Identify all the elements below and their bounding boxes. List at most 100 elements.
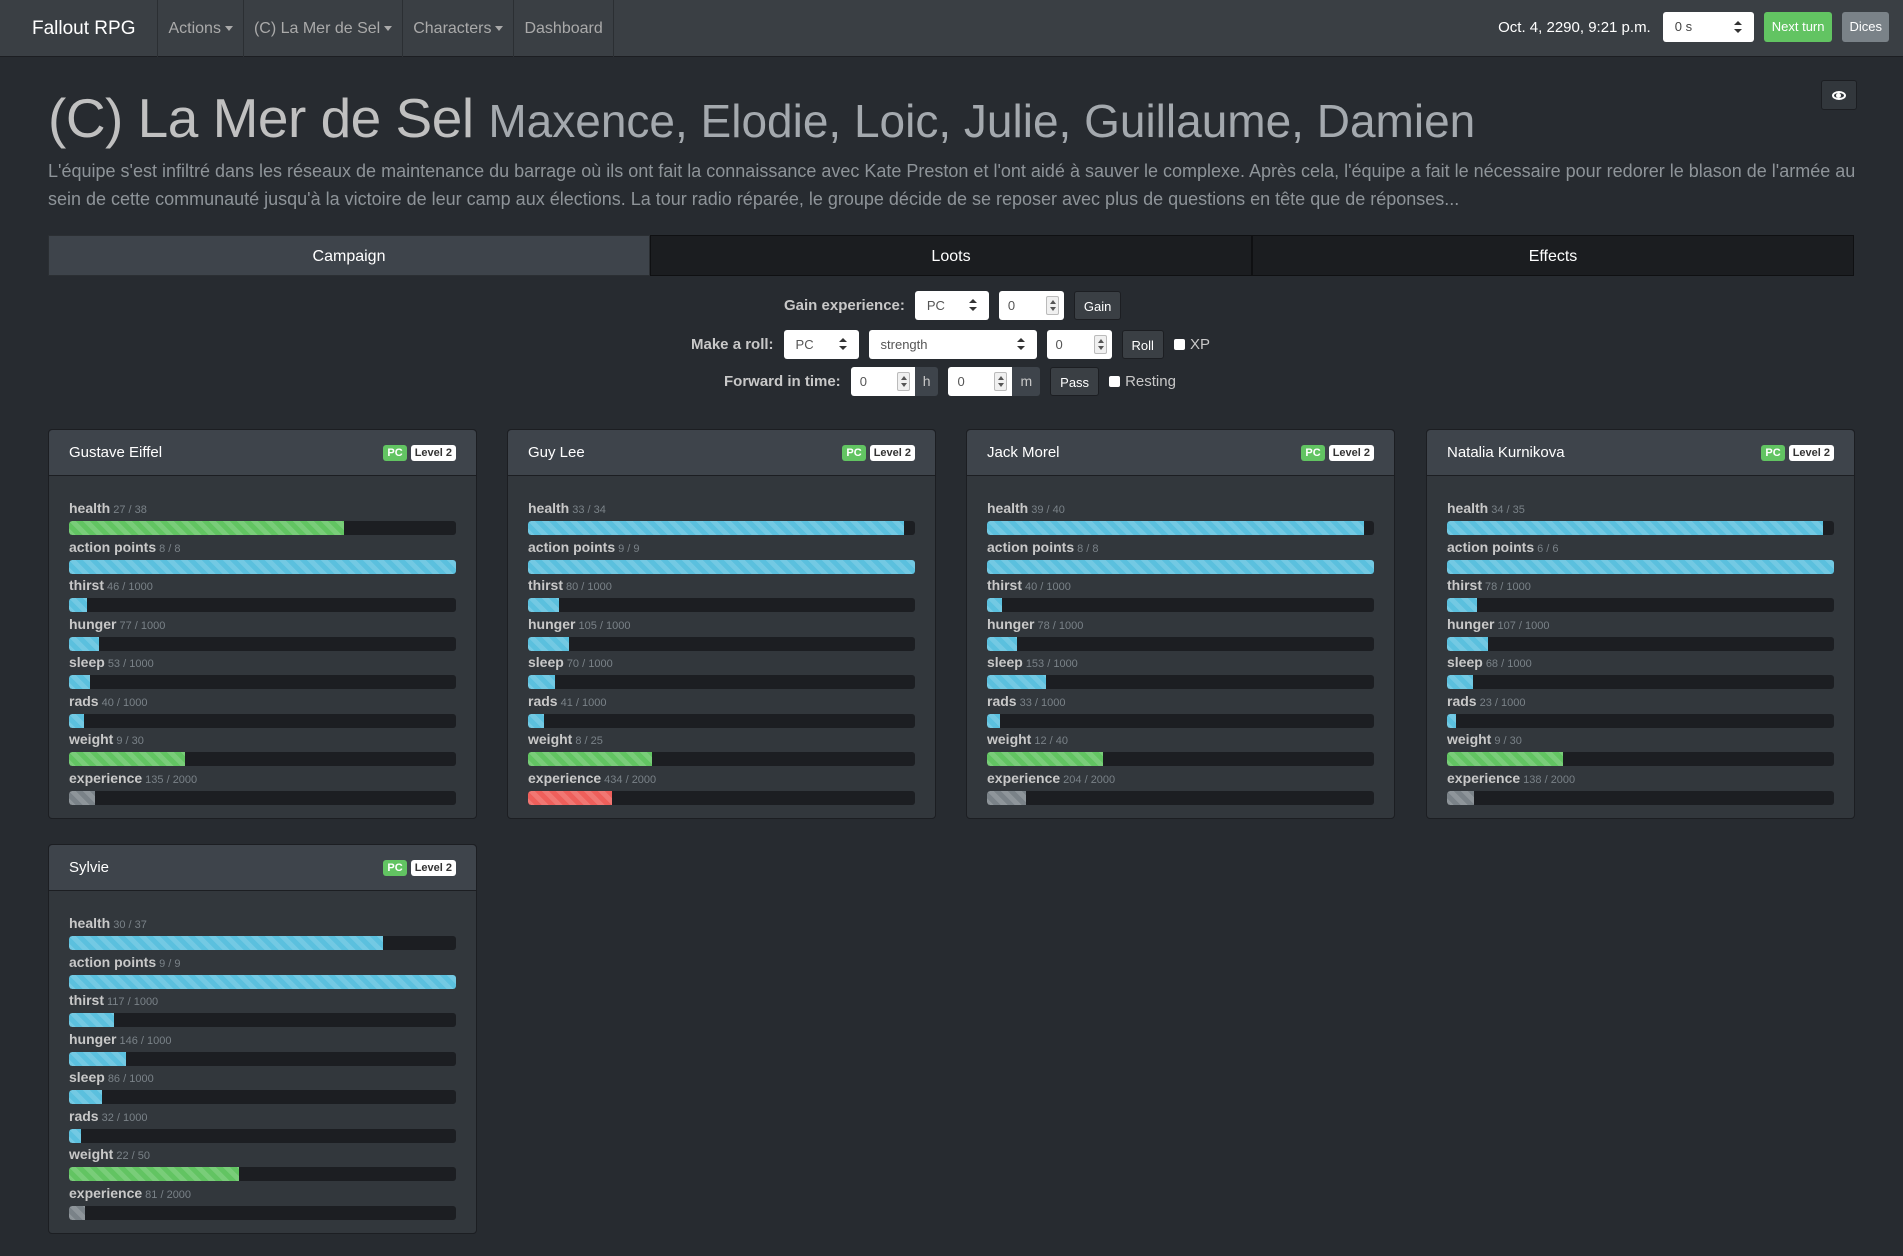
stat-value: 34 / 35 [1491, 504, 1525, 516]
hours-input[interactable]: 0 [850, 367, 915, 396]
level-badge: Level 2 [410, 444, 456, 461]
stat-row: thirst 80 / 1000 [528, 577, 915, 616]
progress-bar [69, 752, 456, 766]
tab-effects[interactable]: Effects [1252, 235, 1854, 276]
nav-actions-dropdown[interactable]: Actions [158, 0, 244, 57]
stat-label: health 27 / 38 [69, 500, 456, 518]
minutes-input[interactable]: 0 [948, 367, 1013, 396]
stat-label: weight 9 / 30 [1447, 731, 1834, 749]
stat-row: weight 12 / 40 [987, 731, 1374, 770]
stat-row: sleep 70 / 1000 [528, 654, 915, 693]
stat-name: weight [69, 731, 114, 747]
progress-fill [1447, 790, 1474, 805]
card-header: Gustave Eiffel PC Level 2 [49, 430, 476, 476]
tab-loots[interactable]: Loots [650, 235, 1252, 276]
spinner-icon[interactable] [896, 372, 910, 391]
navbar: Fallout RPG Actions (C) La Mer de Sel Ch… [0, 0, 1903, 57]
stat-value: 23 / 1000 [1479, 696, 1526, 709]
select-arrows-icon [1733, 21, 1742, 33]
stat-row: weight 8 / 25 [528, 731, 915, 770]
stat-label: weight 22 / 50 [69, 1146, 456, 1164]
stat-name: action points [987, 538, 1075, 555]
stat-value: 70 / 1000 [566, 658, 613, 670]
character-name[interactable]: Sylvie [69, 859, 109, 876]
nav-dashboard-link[interactable]: Dashboard [514, 0, 614, 57]
checkbox-box[interactable] [1173, 339, 1185, 350]
progress-bar [69, 1090, 456, 1104]
dices-button[interactable]: Dices [1842, 12, 1889, 42]
stat-row: weight 9 / 30 [1447, 731, 1834, 770]
roll-button[interactable]: Roll [1121, 330, 1164, 359]
progress-fill [528, 675, 556, 689]
progress-fill [1447, 559, 1834, 574]
stat-label: hunger 107 / 1000 [1447, 616, 1834, 634]
gain-button[interactable]: Gain [1073, 291, 1122, 320]
select-arrows-icon [1016, 338, 1025, 350]
level-badge: Level 2 [1328, 444, 1374, 461]
spinner-icon[interactable] [1093, 335, 1107, 354]
card-body: health 33 / 34 action points 9 / 9 thirst 80 … [508, 476, 935, 818]
stat-label: sleep 53 / 1000 [69, 654, 456, 672]
stat-label: health 39 / 40 [987, 500, 1374, 518]
stat-value: 153 / 1000 [1025, 658, 1078, 670]
progress-bar [1447, 598, 1834, 612]
progress-fill [987, 521, 1365, 535]
character-name[interactable]: Guy Lee [528, 444, 585, 461]
stat-value: 9 / 9 [618, 542, 640, 555]
stat-name: experience [528, 769, 602, 786]
stat-value: 80 / 1000 [566, 581, 612, 593]
resting-checkbox[interactable]: Resting [1109, 373, 1176, 390]
nav-characters-label: Characters [413, 19, 492, 37]
stat-label: sleep 68 / 1000 [1447, 654, 1834, 672]
stat-name: sleep [1447, 654, 1483, 670]
stat-name: thirst [69, 577, 104, 593]
progress-fill [69, 713, 85, 728]
caret-down-icon [384, 25, 393, 31]
nav-campaign-dropdown[interactable]: (C) La Mer de Sel [244, 0, 404, 57]
roll-modifier-input[interactable]: 0 [1046, 330, 1112, 359]
stat-label: health 33 / 34 [528, 500, 915, 518]
stat-row: experience 81 / 2000 [69, 1185, 456, 1224]
spinner-icon[interactable] [994, 372, 1008, 391]
roll-stat-select[interactable]: strength [868, 330, 1037, 359]
progress-fill [1447, 675, 1474, 689]
stat-name: experience [1447, 769, 1521, 786]
stat-label: weight 8 / 25 [528, 731, 915, 749]
progress-fill [69, 675, 90, 689]
progress-bar [987, 790, 1374, 805]
stat-row: health 27 / 38 [69, 500, 456, 539]
pc-badge: PC [383, 444, 407, 461]
progress-bar [987, 713, 1374, 728]
stat-row: hunger 77 / 1000 [69, 616, 456, 655]
character-name[interactable]: Jack Morel [987, 444, 1060, 461]
stat-row: health 33 / 34 [528, 500, 915, 539]
stat-name: sleep [528, 654, 564, 670]
roll-target-select[interactable]: PC [783, 330, 859, 359]
stat-value: 9 / 30 [116, 735, 144, 747]
stat-name: hunger [528, 615, 576, 632]
stat-row: rads 40 / 1000 [69, 693, 456, 732]
stat-row: thirst 40 / 1000 [987, 577, 1374, 616]
gain-target-select[interactable]: PC [914, 291, 989, 320]
brand-link[interactable]: Fallout RPG [0, 0, 159, 57]
checkbox-box[interactable] [1109, 376, 1121, 387]
character-name[interactable]: Gustave Eiffel [69, 444, 162, 461]
progress-fill [1447, 598, 1478, 612]
time-step-select[interactable]: 0 s [1662, 12, 1754, 42]
progress-fill [987, 713, 1000, 728]
stat-label: experience 138 / 2000 [1447, 770, 1834, 788]
nav-characters-dropdown[interactable]: Characters [403, 0, 515, 57]
next-turn-button[interactable]: Next turn [1763, 12, 1833, 42]
tab-campaign[interactable]: Campaign [48, 235, 650, 276]
character-name[interactable]: Natalia Kurnikova [1447, 444, 1565, 461]
stat-value: 12 / 40 [1034, 735, 1068, 747]
stat-value: 8 / 25 [575, 735, 603, 747]
toggle-visibility-button[interactable] [1821, 80, 1857, 110]
pass-button[interactable]: Pass [1050, 367, 1100, 396]
gain-amount-input[interactable]: 0 [998, 291, 1064, 320]
spinner-icon[interactable] [1045, 296, 1059, 315]
xp-checkbox[interactable]: XP [1173, 336, 1210, 353]
character-card: Guy Lee PC Level 2 health 33 / 34 action poin… [507, 429, 936, 819]
stat-label: thirst 80 / 1000 [528, 577, 915, 595]
stat-row: sleep 53 / 1000 [69, 654, 456, 693]
